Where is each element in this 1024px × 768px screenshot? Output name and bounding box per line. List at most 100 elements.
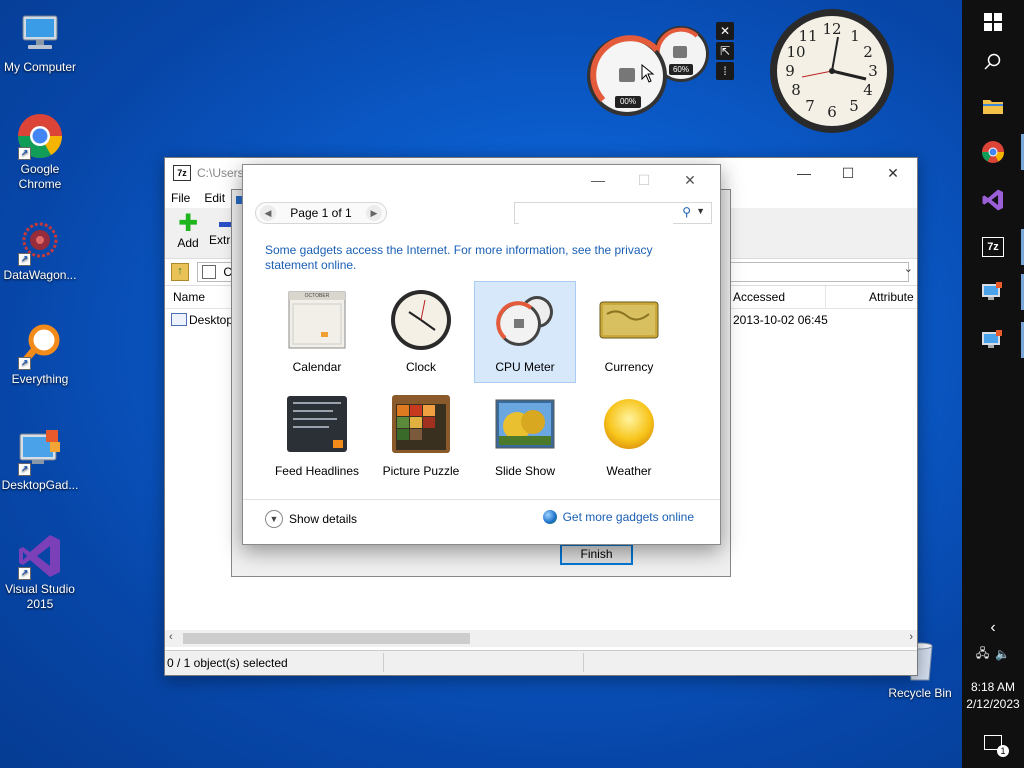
- chevron-down-icon: ▼: [265, 510, 283, 528]
- gallery-minimize-button[interactable]: —: [575, 165, 621, 195]
- shortcut-arrow-icon: ↗: [18, 567, 31, 580]
- gadget-drag-handle[interactable]: ⁞: [716, 62, 734, 80]
- page-indicator: Page 1 of 1: [290, 206, 352, 220]
- cpu-meter-gadget-icon: [493, 288, 557, 352]
- gadget-tile-weather[interactable]: Weather: [578, 385, 680, 487]
- network-icon[interactable]: 🖧: [976, 644, 989, 665]
- clock-gadget[interactable]: 12 1 2 345 678 9 10 11: [768, 7, 896, 135]
- gadget-tile-clock[interactable]: Clock: [370, 281, 472, 383]
- taskbar-desktop-gadgets-2[interactable]: [962, 318, 1024, 362]
- zip-window-title: C:\Users\: [197, 166, 248, 180]
- desktop-icon-everything[interactable]: ↗ Everything: [0, 322, 80, 387]
- gadget-controls: ✕ ⇱ ⁞: [716, 22, 736, 82]
- column-separator: [825, 286, 826, 308]
- column-name[interactable]: Name: [173, 286, 205, 308]
- finish-button[interactable]: Finish: [560, 544, 633, 565]
- get-more-gadgets-link[interactable]: Get more gadgets online: [542, 510, 694, 524]
- desktop-icon-datawagon[interactable]: ↗ DataWagon...: [0, 218, 80, 283]
- desktop-icon-my-computer[interactable]: My Computer: [0, 10, 80, 75]
- gallery-footer: ▼ Show details Get more gadgets online: [243, 499, 720, 544]
- menu-edit[interactable]: Edit: [204, 188, 225, 208]
- zip-horizontal-scrollbar[interactable]: ‹ ›: [165, 630, 917, 647]
- add-button[interactable]: ✚ Add: [173, 210, 203, 251]
- svg-text:11: 11: [798, 27, 817, 45]
- desktop-icon-google-chrome[interactable]: ↗ Google Chrome: [0, 112, 80, 192]
- privacy-notice-link[interactable]: Some gadgets access the Internet. For mo…: [265, 243, 685, 273]
- folder-icon: [983, 100, 1003, 114]
- globe-icon: [542, 510, 557, 524]
- taskbar-visual-studio[interactable]: [962, 178, 1024, 222]
- action-center-button[interactable]: 1: [962, 720, 1024, 764]
- gadget-close-button[interactable]: ✕: [716, 22, 734, 40]
- zip-close-button[interactable]: ✕: [870, 158, 916, 188]
- gadgets-app-icon: ↗: [16, 428, 64, 476]
- menu-file[interactable]: File: [171, 188, 190, 208]
- desktop-icon-label: Google Chrome: [18, 162, 62, 191]
- shortcut-arrow-icon: ↗: [18, 147, 31, 160]
- scroll-left-icon[interactable]: ‹: [169, 631, 173, 643]
- gadget-gallery-window[interactable]: — ☐ ✕ ◀ Page 1 of 1 ▶ ⚲ ▼ Some gadgets a…: [242, 164, 721, 545]
- slide-show-gadget-icon: [493, 392, 557, 456]
- gadget-tile-calendar[interactable]: OCTOBER Calendar: [266, 281, 368, 383]
- taskbar-seven-zip[interactable]: 7z: [962, 225, 1024, 269]
- visual-studio-icon: ↗: [16, 532, 64, 580]
- column-accessed[interactable]: Accessed: [733, 286, 785, 308]
- address-dropdown-icon[interactable]: ⌄: [904, 262, 913, 275]
- desktop-icon-label: DataWagon...: [3, 268, 77, 282]
- start-button[interactable]: [962, 0, 1024, 44]
- taskbar-desktop-gadgets-1[interactable]: [962, 270, 1024, 314]
- memory-percent: 60%: [669, 64, 693, 75]
- scroll-thumb[interactable]: [183, 633, 470, 644]
- file-icon: [171, 313, 187, 326]
- gadget-tile-slide-show[interactable]: Slide Show: [474, 385, 576, 487]
- next-page-icon[interactable]: ▶: [365, 205, 382, 221]
- search-dropdown-icon[interactable]: ▼: [696, 206, 705, 216]
- folder-up-icon[interactable]: ↑: [171, 263, 189, 281]
- calendar-month: OCTOBER: [304, 293, 330, 299]
- gadget-tile-cpu-meter[interactable]: CPU Meter: [474, 281, 576, 383]
- clock-time[interactable]: 8:18 AM: [962, 680, 1024, 694]
- desktop-icon-visual-studio[interactable]: ↗ Visual Studio 2015: [0, 532, 80, 612]
- column-attributes[interactable]: Attribute: [869, 286, 914, 308]
- cpu-meter-gadget[interactable]: 00% 60%: [585, 22, 715, 118]
- svg-text:9: 9: [785, 62, 795, 80]
- clock-date[interactable]: 2/12/2023: [962, 697, 1024, 711]
- gallery-close-button[interactable]: ✕: [667, 165, 713, 195]
- show-details-label: Show details: [289, 512, 358, 526]
- gadget-tile-currency[interactable]: Currency: [578, 281, 680, 383]
- svg-text:5: 5: [849, 97, 859, 115]
- search-icon[interactable]: ⚲: [682, 205, 691, 219]
- scroll-right-icon[interactable]: ›: [909, 631, 913, 643]
- gadget-search-input[interactable]: ⚲ ▼: [514, 202, 712, 224]
- chrome-icon: [982, 141, 1004, 163]
- gadget-label: CPU Meter: [495, 360, 555, 374]
- volume-icon[interactable]: 🔈: [995, 647, 1010, 661]
- seven-zip-icon: 7z: [173, 165, 191, 181]
- calendar-gadget-icon: OCTOBER: [285, 288, 349, 352]
- taskbar-file-explorer[interactable]: [962, 84, 1024, 128]
- notification-icon: 1: [984, 734, 1009, 757]
- gadget-label: Picture Puzzle: [382, 464, 460, 478]
- gadget-label: Weather: [606, 464, 652, 478]
- gadget-resize-button[interactable]: ⇱: [716, 42, 734, 60]
- zip-maximize-button[interactable]: ☐: [825, 158, 871, 188]
- taskbar: 7z ‹ 🖧 🔈 8:18 AM 2/12/2023 1: [962, 0, 1024, 768]
- taskbar-search-button[interactable]: [962, 40, 1024, 84]
- windows-logo-icon: [984, 13, 1002, 31]
- clock-face-icon: 12 12 345 678 91011: [770, 9, 894, 133]
- plus-icon: ✚: [177, 210, 199, 237]
- svg-text:6: 6: [827, 103, 837, 121]
- desktop-icon-desktopgadgets[interactable]: ↗ DesktopGad...: [0, 428, 80, 493]
- chevron-left-icon: ‹: [990, 619, 996, 636]
- search-field[interactable]: [519, 204, 673, 224]
- taskbar-chrome[interactable]: [962, 130, 1024, 174]
- drive-icon: [202, 265, 216, 279]
- previous-page-icon[interactable]: ◀: [260, 205, 276, 221]
- gadget-tile-picture-puzzle[interactable]: Picture Puzzle: [370, 385, 472, 487]
- gadget-tile-feed-headlines[interactable]: Feed Headlines: [266, 385, 368, 487]
- zip-minimize-button[interactable]: —: [781, 158, 827, 188]
- gadgets-app-icon: [982, 282, 1002, 300]
- zip-status-bar: 0 / 1 object(s) selected: [165, 650, 917, 675]
- svg-text:4: 4: [863, 81, 873, 99]
- show-details-button[interactable]: ▼ Show details: [265, 510, 357, 528]
